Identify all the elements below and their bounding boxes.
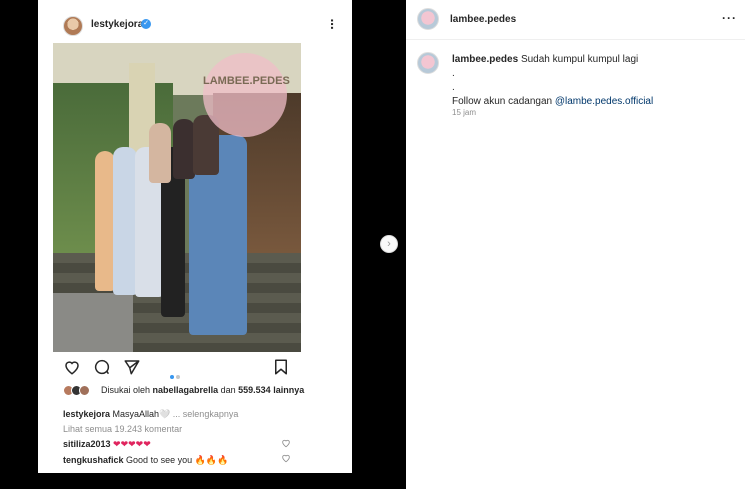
comment-like-heart-icon[interactable]: [281, 453, 291, 463]
comment-item: tengkushafick Good to see you 🔥🔥🔥: [63, 455, 229, 465]
more-options-icon[interactable]: ···: [325, 19, 341, 30]
panel-username[interactable]: lambee.pedes: [450, 14, 516, 25]
avatar: [79, 385, 90, 396]
more-horizontal-icon[interactable]: ···: [722, 11, 737, 25]
post-side-panel: lambee.pedes ··· lambee.pedes Sudah kump…: [406, 0, 745, 489]
view-all-comments-link[interactable]: Lihat semua 19.243 komentar: [63, 424, 182, 434]
reposted-screenshot-frame: lestykejora ✓ ··· LAMBEE.PEDES Disukai o…: [0, 0, 406, 489]
see-more-link[interactable]: ... selengkapnya: [173, 409, 239, 419]
watermark-logo: LAMBEE.PEDES: [203, 53, 290, 137]
post-username[interactable]: lestykejora: [91, 19, 143, 30]
comment-icon[interactable]: [93, 358, 111, 376]
avatar[interactable]: [417, 8, 439, 30]
mention-link[interactable]: @lambe.pedes.official: [555, 96, 653, 107]
verified-badge-icon: ✓: [141, 19, 151, 29]
bookmark-icon[interactable]: [272, 358, 290, 376]
comment-item: sitiliza2013 ❤❤❤❤❤: [63, 439, 151, 449]
post-caption: lestykejora MasyaAllah🤍 ... selengkapnya: [63, 409, 239, 419]
likes-count[interactable]: 559.534: [238, 385, 271, 395]
post-photo: LAMBEE.PEDES: [53, 43, 301, 352]
carousel-next-arrow-icon[interactable]: ›: [380, 235, 398, 253]
panel-caption: lambee.pedes Sudah kumpul kumpul lagi . …: [452, 54, 654, 107]
panel-header: lambee.pedes ···: [406, 0, 745, 40]
post-timestamp: 15 jam: [452, 108, 477, 117]
caption-username[interactable]: lambee.pedes: [452, 54, 518, 65]
like-heart-icon[interactable]: [63, 358, 81, 376]
liked-by-user-link[interactable]: nabellagabrella: [153, 385, 219, 395]
post-header: lestykejora ✓ ···: [38, 10, 352, 40]
carousel-dots: [170, 366, 182, 384]
avatar[interactable]: [63, 16, 83, 36]
post-actions-row: [38, 358, 352, 380]
instagram-post-screenshot: lestykejora ✓ ··· LAMBEE.PEDES Disukai o…: [38, 0, 352, 473]
share-send-icon[interactable]: [123, 358, 141, 376]
comment-like-heart-icon[interactable]: [281, 438, 291, 448]
avatar[interactable]: [417, 52, 439, 74]
